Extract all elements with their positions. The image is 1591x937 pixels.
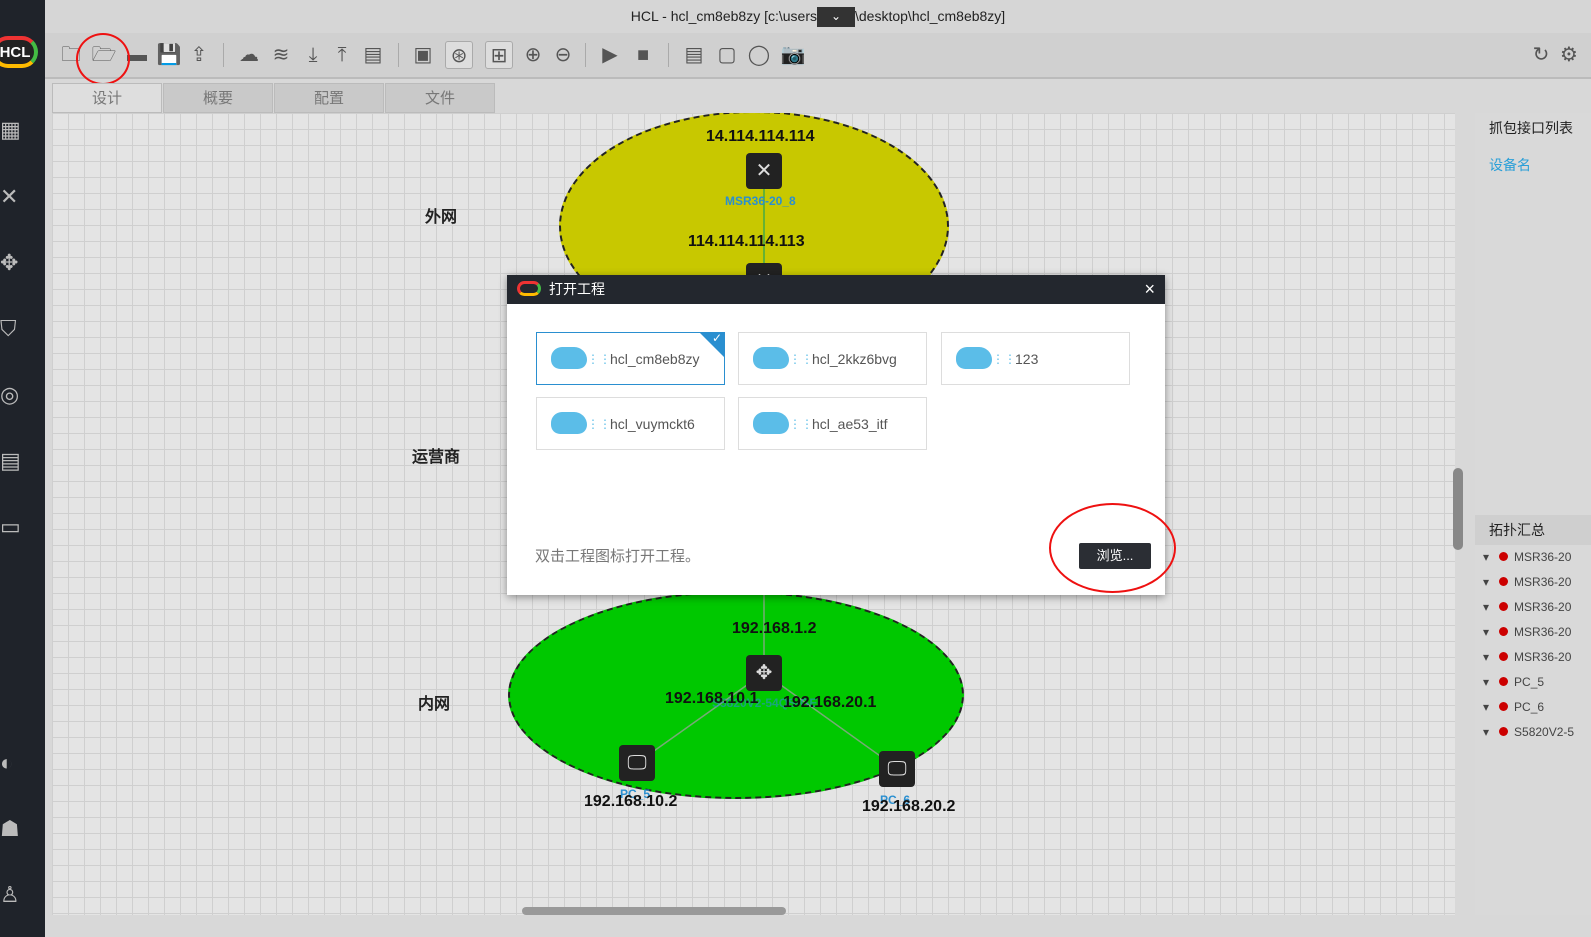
stop-icon[interactable]: ■	[629, 41, 657, 69]
user-icon[interactable]: ♙	[0, 880, 22, 910]
ip-label: 192.168.20.2	[862, 798, 956, 815]
wireless-category-icon[interactable]: ◎	[0, 380, 22, 410]
import-icon[interactable]: ☁	[235, 41, 263, 69]
highlight-circle	[76, 33, 130, 85]
pc-icon[interactable]: 🖵	[619, 745, 655, 781]
download-icon[interactable]: ⤓	[299, 41, 327, 69]
switch-icon[interactable]: ✥	[746, 655, 782, 691]
router-icon[interactable]: ✕	[746, 153, 782, 189]
highlight-circle	[1049, 503, 1176, 593]
save-as-icon[interactable]: ⇪	[185, 41, 213, 69]
topology-summary-title: 拓扑汇总	[1475, 515, 1591, 545]
ip-label: 192.168.1.2	[732, 620, 817, 637]
log-icon[interactable]: ▤	[359, 41, 387, 69]
router-category-icon[interactable]: ✕	[0, 182, 22, 212]
vertical-scrollbar[interactable]	[1453, 468, 1463, 550]
cloud-icon	[551, 412, 587, 434]
cloud-category-icon[interactable]: ◐	[0, 748, 22, 778]
device-category-icon[interactable]: ▦	[0, 115, 22, 145]
project-item[interactable]: ⋮⋮ hcl_2kkz6bvg	[738, 332, 927, 385]
hcl-cloud-icon	[517, 281, 541, 296]
screenshot-icon[interactable]: 📷	[779, 41, 807, 69]
horizontal-scrollbar[interactable]	[522, 907, 786, 915]
left-sidebar: HCL ▦ ✕ ✥ ⛉ ◎ ▤ ▭ ◐ ☗ ♙	[0, 0, 45, 937]
pc-category-icon[interactable]: ▭	[0, 512, 22, 542]
upload-icon[interactable]: ⤒	[328, 41, 356, 69]
zone-label-outer: 外网	[425, 207, 458, 226]
switch-category-icon[interactable]: ✥	[0, 248, 22, 278]
topology-item[interactable]: ▾ MSR36-20	[1475, 570, 1591, 595]
tab-design[interactable]: 设计	[52, 83, 162, 113]
chevron-down-icon[interactable]: ⌄	[817, 7, 855, 28]
hcl-logo: HCL	[0, 36, 38, 68]
project-item[interactable]: ⋮⋮ hcl_vuymckt6	[536, 397, 725, 450]
ip-label: 14.114.114.114	[706, 128, 815, 145]
topology-item[interactable]: ▾ MSR36-20	[1475, 620, 1591, 645]
server-category-icon[interactable]: ▤	[0, 446, 22, 476]
start-icon[interactable]: ▶	[596, 41, 624, 69]
dialog-title: 打开工程	[549, 281, 605, 297]
layers-icon[interactable]: ≋	[267, 41, 295, 69]
device-name-header: 设备名	[1489, 157, 1531, 173]
zone-label-isp: 运营商	[412, 447, 461, 466]
cloud-icon	[551, 347, 587, 369]
topology-item[interactable]: ▾ PC_6	[1475, 695, 1591, 720]
add-text-icon[interactable]: ▤	[680, 41, 708, 69]
title-bar: HCL - hcl_cm8eb8zy [c:\users ⌄ \desktop\hc…	[45, 0, 1591, 33]
ip-label: 192.168.20.1	[783, 694, 877, 711]
settings-icon[interactable]: ⚙	[1555, 41, 1583, 69]
zoom-in-icon[interactable]: ⊕	[519, 41, 547, 69]
save-icon[interactable]: 💾	[155, 41, 183, 69]
project-item[interactable]: ⋮⋮ 123	[941, 332, 1130, 385]
add-rect-icon[interactable]: ▢	[713, 41, 741, 69]
topology-item[interactable]: ▾ MSR36-20	[1475, 545, 1591, 570]
grid-icon[interactable]: ⊞	[485, 41, 513, 69]
project-item[interactable]: ⋮⋮ hcl_cm8eb8zy ✓	[536, 331, 725, 385]
device-label: MSR36-20_8	[725, 194, 796, 208]
cloud-icon	[753, 412, 789, 434]
add-ellipse-icon[interactable]: ◯	[745, 41, 773, 69]
cloud-icon	[753, 347, 789, 369]
pc-icon[interactable]: 🖵	[879, 751, 915, 787]
topology-icon[interactable]: ⊛	[445, 41, 473, 69]
topology-item[interactable]: ▾ S5820V2-5	[1475, 720, 1591, 745]
zoom-out-icon[interactable]: ⊖	[549, 41, 577, 69]
window-title-suffix: \desktop\hcl_cm8eb8zy]	[855, 8, 1006, 24]
security-category-icon[interactable]: ⛉	[0, 314, 22, 344]
close-icon[interactable]: ×	[1144, 275, 1155, 304]
ip-label: 114.114.114.113	[688, 233, 805, 250]
toolbar: 🗀 🗁 ▬ 💾 ⇪ ☁ ≋ ⤓ ⤒ ▤ ▣ ⊛ ⊞ ⊕ ⊖ ▶ ■ ▤ ▢ ◯ …	[45, 33, 1591, 79]
host-icon[interactable]: ▣	[409, 41, 437, 69]
tab-files[interactable]: 文件	[385, 83, 495, 113]
right-panel: 抓包接口列表 设备名 拓扑汇总 ▾ MSR36-20 ▾ MSR36-20 ▾ MSR…	[1475, 113, 1591, 915]
check-icon: ✓	[711, 331, 722, 345]
ip-label: 192.168.10.2	[584, 793, 678, 810]
tab-overview[interactable]: 概要	[163, 83, 273, 113]
project-item[interactable]: ⋮⋮ hcl_ae53_itf	[738, 397, 927, 450]
ip-label: 192.168.10.1	[665, 690, 759, 707]
capture-list-title: 抓包接口列表	[1475, 113, 1591, 143]
tab-config[interactable]: 配置	[274, 83, 384, 113]
topology-item[interactable]: ▾ PC_5	[1475, 670, 1591, 695]
window-title: HCL - hcl_cm8eb8zy [c:\users	[630, 8, 817, 24]
dialog-hint: 双击工程图标打开工程。	[535, 547, 701, 565]
refresh-icon[interactable]: ↻	[1527, 41, 1555, 69]
cloud-host-icon[interactable]: ☗	[0, 814, 22, 844]
topology-item[interactable]: ▾ MSR36-20	[1475, 645, 1591, 670]
topology-item[interactable]: ▾ MSR36-20	[1475, 595, 1591, 620]
zone-label-inner: 内网	[418, 694, 451, 713]
cloud-icon	[956, 347, 992, 369]
dialog-header: 打开工程 ×	[507, 275, 1165, 304]
